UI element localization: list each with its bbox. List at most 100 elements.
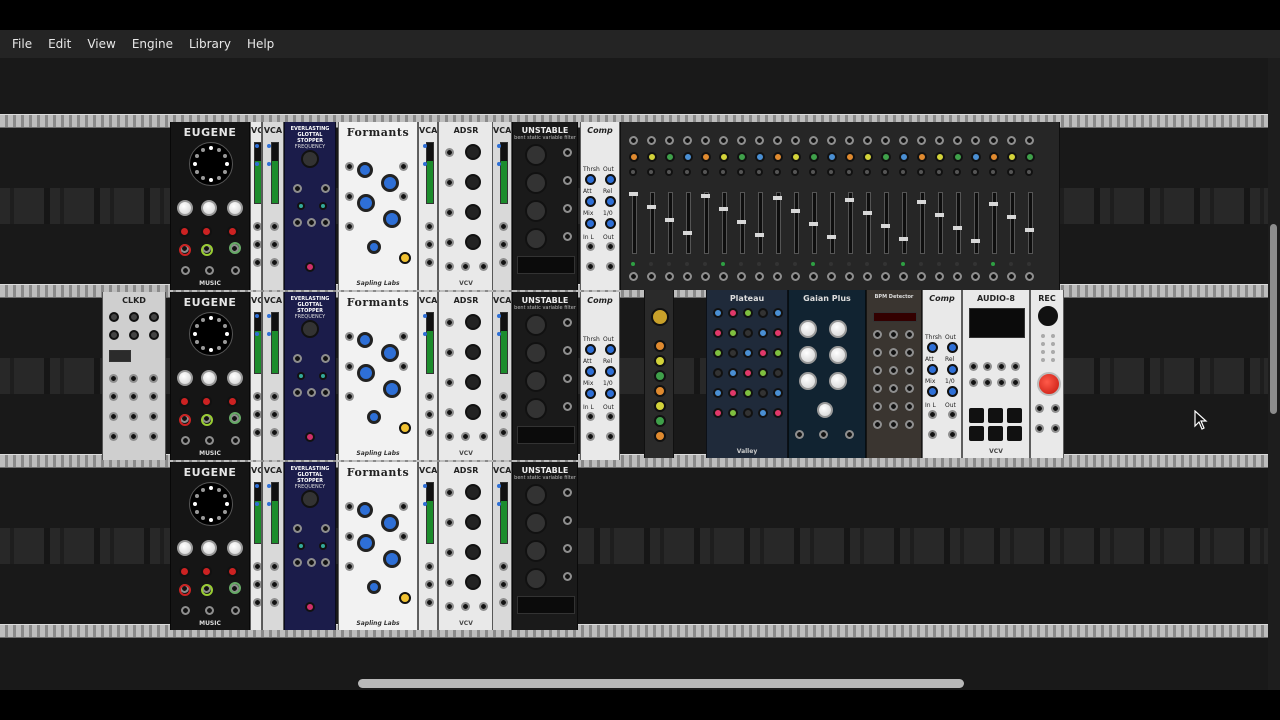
knob[interactable] bbox=[177, 540, 193, 556]
jack[interactable] bbox=[586, 242, 595, 251]
jack[interactable] bbox=[586, 432, 595, 441]
knob[interactable] bbox=[829, 372, 847, 390]
jack[interactable] bbox=[445, 488, 454, 497]
knob[interactable] bbox=[465, 374, 481, 390]
output-jack-square[interactable] bbox=[1007, 426, 1022, 441]
jack[interactable] bbox=[461, 262, 470, 271]
knob[interactable] bbox=[605, 174, 616, 185]
output-jack[interactable] bbox=[399, 592, 411, 604]
knob[interactable] bbox=[758, 408, 768, 418]
jack[interactable] bbox=[425, 580, 434, 589]
jack[interactable] bbox=[563, 176, 572, 185]
jack[interactable] bbox=[791, 136, 800, 145]
jack[interactable] bbox=[969, 362, 978, 371]
knob[interactable] bbox=[585, 388, 596, 399]
knob[interactable] bbox=[743, 348, 753, 358]
jack[interactable] bbox=[321, 388, 330, 397]
jack[interactable] bbox=[399, 532, 408, 541]
knob[interactable] bbox=[654, 400, 666, 412]
jack[interactable] bbox=[253, 258, 261, 267]
knob[interactable] bbox=[629, 152, 639, 162]
jack-ring[interactable] bbox=[201, 584, 213, 596]
jack[interactable] bbox=[1051, 424, 1060, 433]
jack[interactable] bbox=[773, 136, 782, 145]
jack[interactable] bbox=[399, 502, 408, 511]
knob[interactable] bbox=[927, 364, 938, 375]
jack[interactable] bbox=[1007, 136, 1016, 145]
knob[interactable] bbox=[758, 308, 768, 318]
knob[interactable] bbox=[109, 312, 119, 322]
jack[interactable] bbox=[873, 384, 882, 393]
knob[interactable] bbox=[525, 314, 547, 336]
knob[interactable] bbox=[713, 388, 723, 398]
knob[interactable] bbox=[829, 346, 847, 364]
jack[interactable] bbox=[889, 402, 898, 411]
jack[interactable] bbox=[461, 602, 470, 611]
jack[interactable] bbox=[845, 136, 854, 145]
jack[interactable] bbox=[827, 272, 836, 281]
knob[interactable] bbox=[367, 240, 381, 254]
channel-fader[interactable] bbox=[1028, 192, 1033, 254]
knob[interactable] bbox=[525, 540, 547, 562]
knob[interactable] bbox=[585, 344, 596, 355]
knob[interactable] bbox=[465, 544, 481, 560]
jack[interactable] bbox=[399, 332, 408, 341]
knob[interactable] bbox=[383, 550, 401, 568]
jack[interactable] bbox=[445, 348, 454, 357]
knob[interactable] bbox=[177, 370, 193, 386]
knob[interactable] bbox=[737, 152, 747, 162]
jack[interactable] bbox=[905, 366, 914, 375]
fader-cap[interactable] bbox=[791, 209, 800, 213]
knob[interactable] bbox=[647, 168, 655, 176]
trigger-button[interactable] bbox=[305, 602, 315, 612]
jack[interactable] bbox=[445, 378, 454, 387]
jack[interactable] bbox=[129, 432, 138, 441]
jack[interactable] bbox=[905, 348, 914, 357]
knob-small[interactable] bbox=[179, 396, 190, 407]
jack-ring[interactable] bbox=[179, 414, 191, 426]
jack[interactable] bbox=[873, 330, 882, 339]
jack[interactable] bbox=[997, 378, 1006, 387]
jack[interactable] bbox=[755, 272, 764, 281]
knob[interactable] bbox=[357, 332, 373, 348]
jack[interactable] bbox=[953, 272, 962, 281]
output-jack-square[interactable] bbox=[969, 408, 984, 423]
knob[interactable] bbox=[465, 514, 481, 530]
jack-ring[interactable] bbox=[229, 412, 241, 424]
channel-fader[interactable] bbox=[884, 192, 889, 254]
jack[interactable] bbox=[989, 136, 998, 145]
jack[interactable] bbox=[231, 436, 240, 445]
jack[interactable] bbox=[205, 266, 214, 275]
knob[interactable] bbox=[605, 196, 616, 207]
jack[interactable] bbox=[345, 162, 354, 171]
knob[interactable] bbox=[953, 168, 961, 176]
jack[interactable] bbox=[606, 412, 615, 421]
knob[interactable] bbox=[1038, 306, 1058, 326]
knob[interactable] bbox=[1025, 152, 1035, 162]
knob[interactable] bbox=[701, 152, 711, 162]
channel-fader[interactable] bbox=[686, 192, 691, 254]
fader-cap[interactable] bbox=[881, 224, 890, 228]
knob[interactable] bbox=[381, 344, 399, 362]
knob[interactable] bbox=[755, 152, 765, 162]
jack[interactable] bbox=[629, 272, 638, 281]
jack[interactable] bbox=[917, 136, 926, 145]
knob[interactable] bbox=[971, 168, 979, 176]
jack[interactable] bbox=[1011, 378, 1020, 387]
menu-engine[interactable]: Engine bbox=[124, 30, 181, 58]
knob[interactable] bbox=[773, 388, 783, 398]
knob[interactable] bbox=[728, 348, 738, 358]
knob[interactable] bbox=[357, 364, 375, 382]
knob[interactable] bbox=[149, 330, 159, 340]
channel-fader[interactable] bbox=[974, 192, 979, 254]
jack[interactable] bbox=[129, 374, 138, 383]
knob[interactable] bbox=[465, 144, 481, 160]
jack[interactable] bbox=[809, 272, 818, 281]
fader-cap[interactable] bbox=[809, 222, 818, 226]
jack[interactable] bbox=[149, 374, 158, 383]
jack[interactable] bbox=[445, 148, 454, 157]
knob[interactable] bbox=[947, 364, 958, 375]
knob[interactable] bbox=[827, 152, 837, 162]
jack[interactable] bbox=[873, 366, 882, 375]
knob[interactable] bbox=[773, 168, 781, 176]
